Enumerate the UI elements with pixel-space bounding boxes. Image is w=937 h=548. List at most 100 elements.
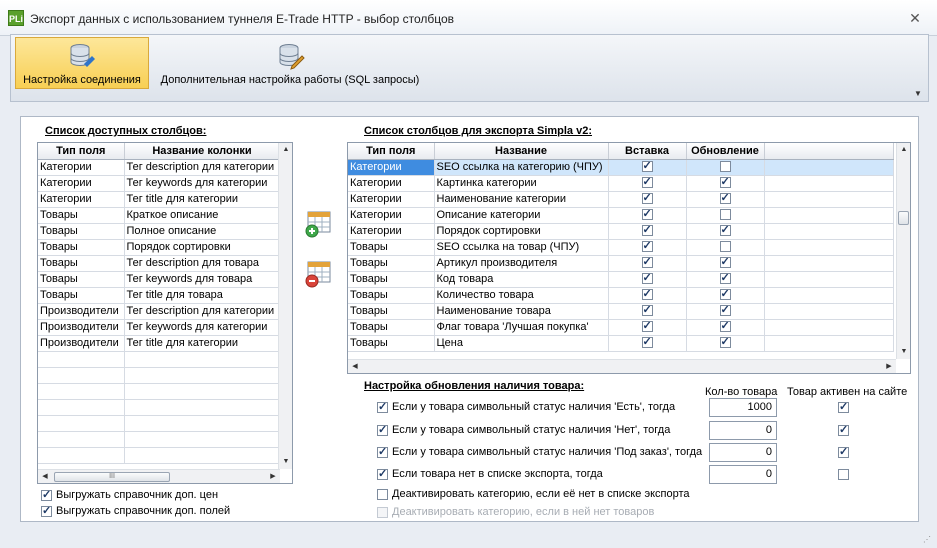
column-header-insert[interactable]: Вставка xyxy=(608,143,687,160)
checkbox-box[interactable] xyxy=(377,423,388,436)
scroll-left-icon[interactable]: ◀ xyxy=(38,470,52,483)
checkbox-box[interactable] xyxy=(377,467,388,480)
table-row[interactable]: Категории SEO ссылка на категорию (ЧПУ) xyxy=(348,159,894,176)
insert-checkbox[interactable] xyxy=(641,303,653,318)
update-checkbox[interactable] xyxy=(719,241,731,253)
add-column-button[interactable] xyxy=(304,209,334,239)
insert-checkbox[interactable] xyxy=(641,223,653,238)
insert-checkbox[interactable] xyxy=(641,287,653,302)
checkbox-box[interactable] xyxy=(377,400,388,413)
table-row[interactable]: Товары SEO ссылка на товар (ЧПУ) xyxy=(348,239,894,256)
insert-checkbox[interactable] xyxy=(641,191,653,206)
insert-checkbox[interactable] xyxy=(641,335,653,350)
table-row[interactable]: Товары Тег description для товара xyxy=(38,255,281,272)
qty-input[interactable]: 1000 xyxy=(709,398,777,417)
scroll-left-icon[interactable]: ◀ xyxy=(348,360,362,373)
checkbox-box[interactable] xyxy=(377,445,388,458)
active-on-site-checkbox[interactable] xyxy=(838,445,849,458)
table-row[interactable]: Товары Наименование товара xyxy=(348,303,894,320)
stock-rule-checkbox[interactable]: Если у товара символьный статус наличия … xyxy=(377,445,702,458)
insert-checkbox[interactable] xyxy=(641,319,653,334)
insert-checkbox[interactable] xyxy=(641,175,653,190)
scroll-right-icon[interactable]: ▶ xyxy=(882,360,896,373)
table-row[interactable]: Категории Картинка категории xyxy=(348,175,894,192)
column-header-update[interactable]: Обновление xyxy=(686,143,765,160)
update-checkbox[interactable] xyxy=(719,161,731,173)
update-checkbox[interactable] xyxy=(719,319,731,334)
close-button[interactable]: ✕ xyxy=(907,10,923,26)
scroll-right-icon[interactable]: ▶ xyxy=(266,470,280,483)
table-row[interactable]: Категории Описание категории xyxy=(348,207,894,224)
available-horizontal-scrollbar[interactable]: ◀ III ▶ xyxy=(38,469,280,483)
update-checkbox[interactable] xyxy=(719,255,731,270)
available-columns-grid[interactable]: Тип поля Название колонки Категории Тег d… xyxy=(37,142,293,484)
insert-checkbox[interactable] xyxy=(641,239,653,254)
qty-input[interactable]: 0 xyxy=(709,443,777,462)
update-checkbox[interactable] xyxy=(719,271,731,286)
table-row[interactable]: Категории Тег title для категории xyxy=(38,191,281,208)
table-row[interactable]: Производители Тег keywords для категории xyxy=(38,319,281,336)
qty-input[interactable]: 0 xyxy=(709,421,777,440)
scroll-down-icon[interactable]: ▼ xyxy=(897,345,910,359)
export-columns-grid[interactable]: Тип поля Название Вставка Обновление Кат… xyxy=(347,142,911,374)
table-row[interactable]: Производители Тег description для категор… xyxy=(38,303,281,320)
update-checkbox[interactable] xyxy=(719,303,731,318)
update-checkbox[interactable] xyxy=(719,335,731,350)
update-checkbox[interactable] xyxy=(719,287,731,302)
checkbox-box[interactable] xyxy=(41,504,52,517)
export-vertical-scrollbar[interactable]: ▲ ▼ xyxy=(896,143,910,359)
table-row[interactable]: Категории Тег keywords для категории xyxy=(38,175,281,192)
horizontal-scroll-thumb[interactable]: III xyxy=(54,472,170,482)
stock-rule-checkbox[interactable]: Если у товара символьный статус наличия … xyxy=(377,400,675,413)
table-row[interactable]: Товары Количество товара xyxy=(348,287,894,304)
export-field-ref-checkbox[interactable]: Выгружать справочник доп. полей xyxy=(41,504,230,517)
stock-rule-checkbox[interactable]: Если у товара символьный статус наличия … xyxy=(377,423,670,436)
table-row[interactable]: Товары Порядок сортировки xyxy=(38,239,281,256)
active-on-site-checkbox[interactable] xyxy=(838,423,849,436)
checkbox-box[interactable] xyxy=(41,488,52,501)
table-row[interactable]: Категории Тег description для категории xyxy=(38,159,281,176)
scroll-up-icon[interactable]: ▲ xyxy=(897,143,910,157)
active-on-site-checkbox[interactable] xyxy=(838,400,849,413)
table-row[interactable]: Товары Флаг товара 'Лучшая покупка' xyxy=(348,319,894,336)
scroll-up-icon[interactable]: ▲ xyxy=(279,143,292,157)
available-vertical-scrollbar[interactable]: ▲ ▼ xyxy=(278,143,292,469)
scroll-down-icon[interactable]: ▼ xyxy=(279,455,292,469)
update-checkbox[interactable] xyxy=(719,223,731,238)
connection-settings-button[interactable]: Настройка соединения xyxy=(15,37,149,89)
insert-checkbox[interactable] xyxy=(641,159,653,174)
update-checkbox[interactable] xyxy=(719,175,731,190)
insert-checkbox[interactable] xyxy=(641,255,653,270)
ribbon-collapse-icon[interactable]: ▼ xyxy=(914,89,924,99)
export-horizontal-scrollbar[interactable]: ◀ ▶ xyxy=(348,359,896,373)
update-checkbox[interactable] xyxy=(719,209,731,221)
column-header-column-name[interactable]: Название колонки xyxy=(124,143,281,160)
update-checkbox[interactable] xyxy=(719,191,731,206)
table-row[interactable]: Товары Код товара xyxy=(348,271,894,288)
table-row[interactable]: Товары Тег keywords для товара xyxy=(38,271,281,288)
checkbox-box[interactable] xyxy=(377,488,388,500)
table-row[interactable]: Товары Полное описание xyxy=(38,223,281,240)
remove-column-button[interactable] xyxy=(304,259,334,289)
advanced-settings-button[interactable]: Дополнительная настройка работы (SQL зап… xyxy=(151,37,429,89)
column-header-field-type[interactable]: Тип поля xyxy=(38,143,125,160)
column-header-field-type[interactable]: Тип поля xyxy=(348,143,435,160)
cell-field-type: Товары xyxy=(348,303,435,320)
insert-checkbox[interactable] xyxy=(641,207,653,222)
qty-input[interactable]: 0 xyxy=(709,465,777,484)
active-on-site-checkbox[interactable] xyxy=(838,469,849,480)
resize-grip-icon[interactable]: ⋰ xyxy=(923,535,931,544)
column-header-name[interactable]: Название xyxy=(434,143,609,160)
deactivate-missing-checkbox[interactable]: Деактивировать категорию, если её нет в … xyxy=(377,488,690,500)
export-price-ref-checkbox[interactable]: Выгружать справочник доп. цен xyxy=(41,488,218,501)
table-row[interactable]: Категории Наименование категории xyxy=(348,191,894,208)
insert-checkbox[interactable] xyxy=(641,271,653,286)
table-row[interactable]: Товары Артикул производителя xyxy=(348,255,894,272)
table-row[interactable]: Категории Порядок сортировки xyxy=(348,223,894,240)
table-row[interactable]: Товары Тег title для товара xyxy=(38,287,281,304)
table-row[interactable]: Товары Цена xyxy=(348,335,894,352)
stock-rule-checkbox[interactable]: Если товара нет в списке экспорта, тогда xyxy=(377,467,603,480)
vertical-scroll-thumb[interactable] xyxy=(898,211,909,225)
table-row[interactable]: Товары Краткое описание xyxy=(38,207,281,224)
table-row[interactable]: Производители Тег title для категории xyxy=(38,335,281,352)
